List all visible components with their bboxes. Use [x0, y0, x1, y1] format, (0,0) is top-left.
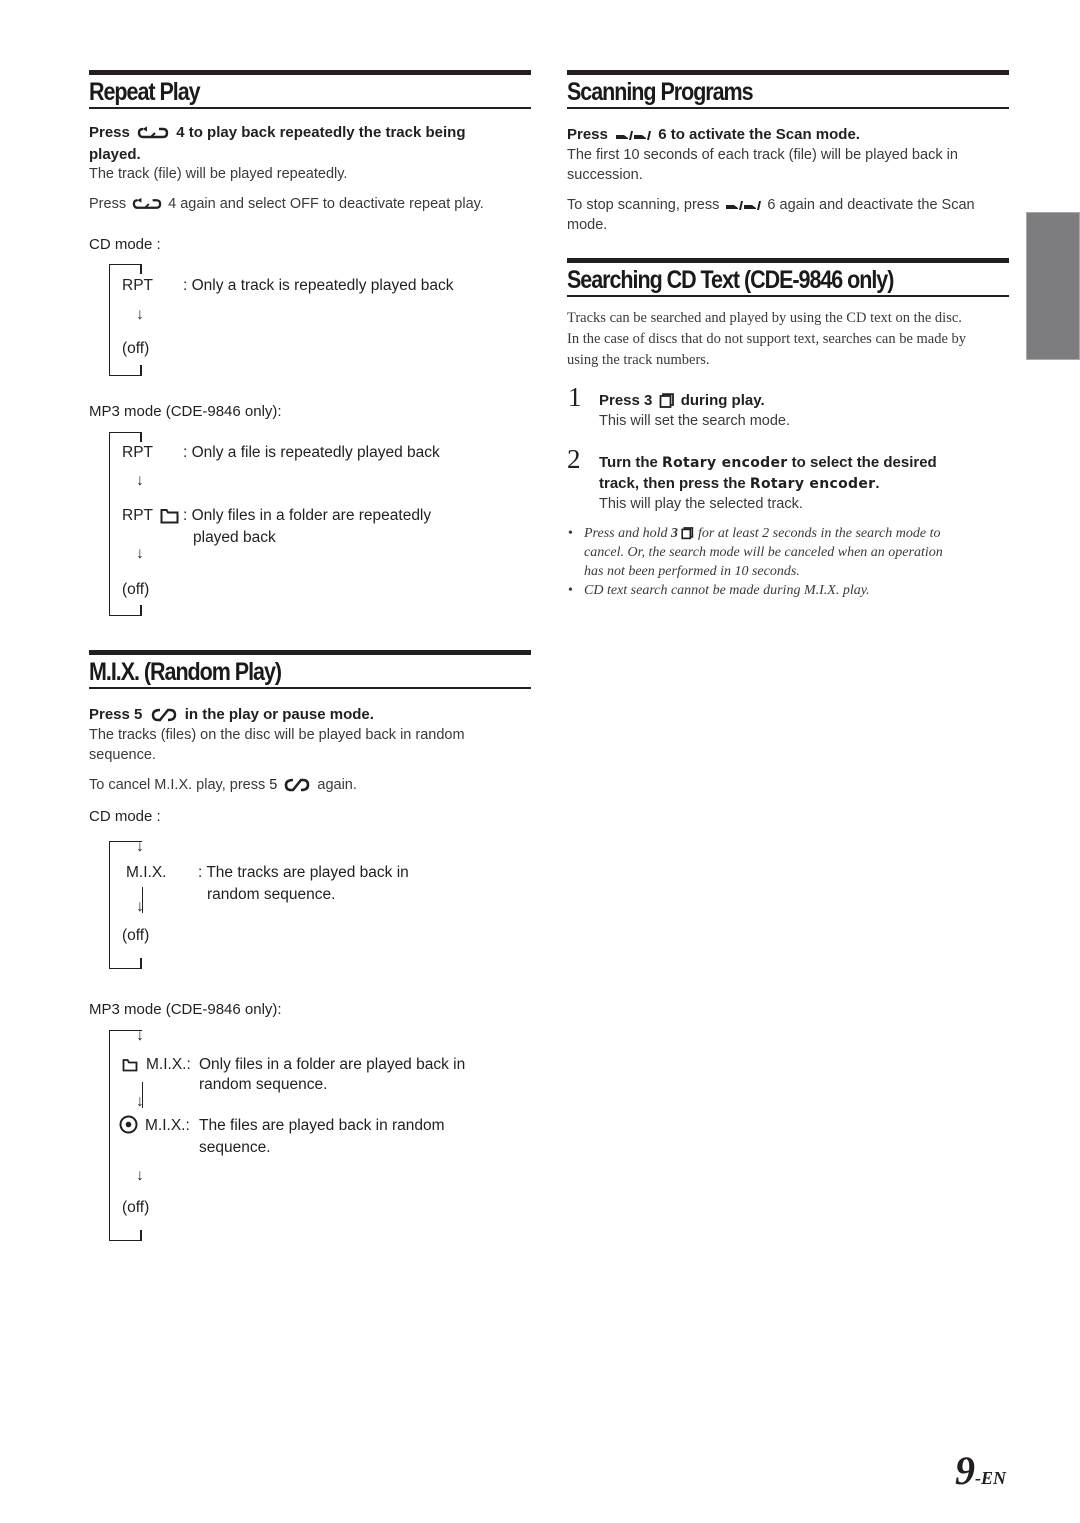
section-title: Searching CD Text (CDE-9846 only) — [567, 266, 894, 294]
page-number-suffix: -EN — [975, 1468, 1006, 1488]
section-heading-scanning: Scanning Programs — [567, 70, 1009, 109]
arrow-down-icon: ↓ — [136, 545, 144, 562]
arrow-down-icon: ↓ — [136, 472, 144, 489]
section-title: M.I.X. (Random Play) — [89, 658, 282, 686]
note-bullet: • — [568, 526, 573, 541]
step-number: 2 — [567, 444, 581, 474]
diagram-off: (off) — [122, 1199, 150, 1216]
diagram-item-desc: Only files in a folder are played back i… — [199, 1056, 466, 1073]
diagram-item-desc-line2: played back — [193, 529, 276, 546]
section-title: Scanning Programs — [567, 78, 754, 106]
mix-icon — [151, 708, 176, 722]
cd-text-intro: Tracks can be searched and played by usi… — [567, 310, 962, 326]
repeat-instruction: Press 4 to play back repeatedly the trac… — [89, 124, 466, 141]
note-text-line3: has not been performed in 10 seconds. — [584, 564, 800, 579]
diagram-item-desc-line2: random sequence. — [207, 886, 336, 903]
step-title-line2: track, then press the Rotary encoder. — [599, 475, 880, 492]
diagram-item-label: M.I.X. — [126, 864, 167, 881]
diagram-tick — [140, 432, 142, 442]
diagram-item-desc: The files are played back in random — [199, 1117, 445, 1134]
diagram-tick — [140, 365, 142, 375]
arrow-down-icon: ↓ — [136, 1027, 144, 1044]
page-number: 9-EN — [955, 1447, 1006, 1494]
note-text-line2: cancel. Or, the search mode will be canc… — [584, 545, 943, 560]
step-number: 1 — [568, 382, 582, 412]
scan-instruction: Press 6 to activate the Scan mode. — [567, 126, 860, 143]
search-icon — [659, 393, 674, 408]
arrow-down-icon: ↓ — [136, 1167, 144, 1184]
diagram-tick — [140, 605, 142, 615]
section-heading-mix: M.I.X. (Random Play) — [89, 650, 531, 689]
mix-mp3-mode-label: MP3 mode (CDE-9846 only): — [89, 1001, 282, 1018]
section-heading-repeat-play: Repeat Play — [89, 70, 531, 109]
scan-icon — [616, 131, 652, 141]
diagram-tick — [140, 264, 142, 274]
cd-text-intro-line3: using the track numbers. — [567, 352, 710, 368]
heading-rule-bottom — [89, 687, 531, 689]
repeat-cd-mode-label: CD mode : — [89, 236, 161, 253]
diagram-tick — [140, 958, 142, 968]
scan-stop-text-line2: mode. — [567, 217, 608, 233]
scan-description-line2: succession. — [567, 167, 643, 183]
diagram-item-desc: : Only a file is repeatedly played back — [183, 444, 440, 461]
repeat-mp3-mode-label: MP3 mode (CDE-9846 only): — [89, 403, 282, 420]
folder-icon — [122, 1059, 138, 1072]
section-heading-cd-text: Searching CD Text (CDE-9846 only) — [567, 258, 1009, 297]
repeat-icon — [132, 198, 162, 210]
page-number-digit: 9 — [955, 1448, 975, 1493]
diagram-off: (off) — [122, 340, 150, 357]
step-title: Press 3 during play. — [599, 392, 765, 409]
diagram-item-label: RPT — [122, 507, 153, 524]
scan-description: The first 10 seconds of each track (file… — [567, 147, 958, 163]
repeat-deactivate-text: Press 4 again and select OFF to deactiva… — [89, 196, 484, 212]
folder-icon — [160, 509, 179, 524]
diagram-item-desc: : Only files in a folder are repeatedly — [183, 507, 432, 524]
step-description: This will play the selected track. — [599, 496, 803, 512]
search-icon — [681, 527, 694, 540]
mix-instruction: Press 5 in the play or pause mode. — [89, 706, 374, 723]
heading-rule-bottom — [89, 107, 531, 109]
diagram-item-label: M.I.X.: — [145, 1117, 190, 1134]
mix-description-line2: sequence. — [89, 747, 156, 763]
diagram-item-label: RPT — [122, 444, 153, 461]
step-description: This will set the search mode. — [599, 413, 790, 429]
diagram-item-desc-line2: random sequence. — [199, 1076, 328, 1093]
diagram-item-desc-line2: sequence. — [199, 1139, 271, 1156]
right-column: Scanning Programs Press 6 to activate th… — [567, 0, 1009, 1523]
note-text: Press and hold 3 for at least 2 seconds … — [584, 526, 941, 541]
repeat-icon — [137, 126, 169, 139]
note-text: CD text search cannot be made during M.I… — [584, 583, 870, 598]
note-bullet: • — [568, 583, 573, 598]
cd-text-intro-line2: In the case of discs that do not support… — [567, 331, 967, 347]
diagram-item-desc: : Only a track is repeatedly played back — [183, 277, 454, 294]
heading-rule-bottom — [567, 107, 1009, 109]
arrow-down-icon: ↓ — [136, 1093, 144, 1110]
step-title: Turn the Rotary encoder to select the de… — [599, 454, 937, 471]
mix-description: The tracks (files) on the disc will be p… — [89, 727, 465, 743]
diagram-off: (off) — [122, 927, 150, 944]
mix-cancel-text: To cancel M.I.X. play, press 5 again. — [89, 777, 357, 793]
diagram-off: (off) — [122, 581, 150, 598]
heading-rule-bottom — [567, 295, 1009, 297]
section-thumb-tab — [1026, 212, 1080, 360]
section-title: Repeat Play — [89, 78, 201, 106]
left-column: Repeat Play Press 4 to play back repeate… — [89, 0, 531, 1523]
repeat-instruction-line2: played. — [89, 146, 141, 163]
arrow-down-icon: ↓ — [136, 838, 144, 855]
diagram-item-label: M.I.X.: — [146, 1056, 191, 1073]
diagram-tick — [140, 1230, 142, 1240]
mix-cd-mode-label: CD mode : — [89, 808, 161, 825]
arrow-down-icon: ↓ — [136, 306, 144, 323]
repeat-description: The track (file) will be played repeated… — [89, 166, 348, 182]
arrow-down-icon: ↓ — [136, 898, 144, 915]
diagram-item-label: RPT — [122, 277, 153, 294]
disc-icon — [119, 1115, 138, 1134]
scan-icon — [726, 201, 762, 211]
diagram-item-desc: : The tracks are played back in — [198, 864, 409, 881]
scan-stop-text: To stop scanning, press 6 again and deac… — [567, 197, 975, 213]
mix-icon — [285, 778, 310, 792]
